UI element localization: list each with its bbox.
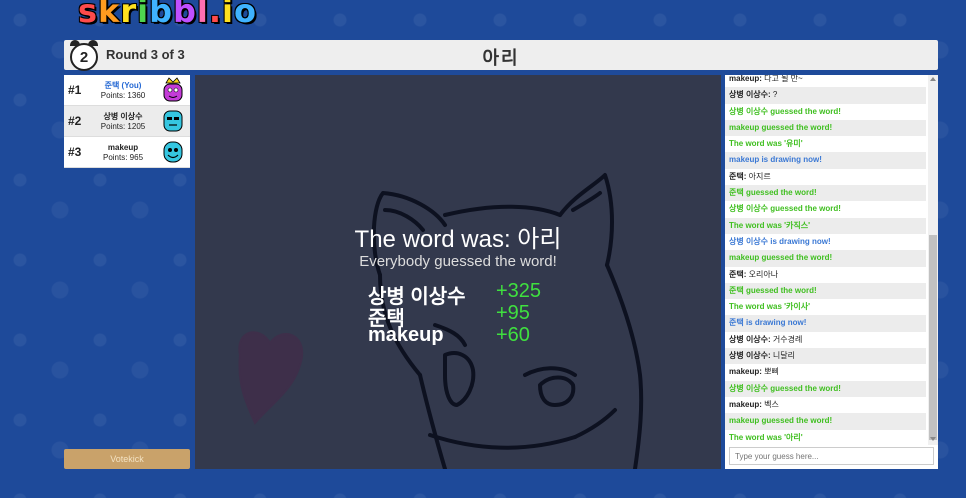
- current-word: 아리: [482, 48, 520, 68]
- chat-text: 다고 될 만~: [764, 75, 803, 83]
- player-list: #1 준택 (You) Points: 1360 #2 상병 이상수 Point…: [64, 75, 190, 168]
- score-row: makeup +60: [368, 324, 568, 346]
- chat-panel: makeup: 다고 될 만~ 상병 이상수: ? 상병 이상수 guessed t…: [725, 75, 938, 469]
- crown-icon: [165, 77, 181, 84]
- score-delta: +325: [496, 280, 542, 302]
- chat-text: The word was '아리': [729, 432, 803, 442]
- votekick-button[interactable]: Votekick: [64, 449, 190, 469]
- chat-message: 상병 이상수 guessed the word!: [725, 201, 926, 217]
- player-row[interactable]: #1 준택 (You) Points: 1360: [64, 75, 190, 106]
- player-rank: #3: [68, 145, 82, 159]
- chat-message: The word was '아리': [725, 430, 926, 446]
- chat-text: makeup guessed the word!: [729, 122, 833, 132]
- chat-username: 상병 이상수:: [729, 351, 771, 361]
- chat-username: makeup:: [729, 367, 762, 377]
- chat-text: 벡스: [764, 399, 779, 409]
- chat-message: 준택: 오리아나: [725, 267, 926, 283]
- word-reveal: The word was: 아리: [354, 226, 562, 253]
- player-name: 준택 (You): [104, 81, 142, 90]
- chat-message: 상병 이상수: 니달리: [725, 348, 926, 365]
- chat-text: 뽀삐: [764, 367, 779, 377]
- chat-message: 준택 guessed the word!: [725, 185, 926, 202]
- chat-username: 준택:: [729, 171, 747, 181]
- chat-username: 상병 이상수:: [729, 334, 771, 344]
- chat-text: makeup guessed the word!: [729, 253, 833, 263]
- scroll-up-icon[interactable]: [930, 77, 936, 81]
- chat-text: ?: [772, 90, 778, 100]
- score-delta: +95: [496, 302, 530, 324]
- player-rank: #2: [68, 114, 82, 128]
- chat-message: The word was '카이사': [725, 299, 926, 315]
- chat-text: The word was '카직스': [729, 220, 811, 230]
- result-subtitle: Everybody guessed the word!: [359, 253, 557, 270]
- guess-input[interactable]: [729, 447, 934, 465]
- player-name: makeup: [107, 143, 139, 152]
- player-points: Points: 965: [102, 153, 144, 162]
- player-points: Points: 1205: [100, 122, 146, 131]
- chat-text: 상병 이상수 is drawing now!: [729, 236, 831, 246]
- player-name: 상병 이상수: [103, 112, 143, 121]
- chat-message: The word was '유미': [725, 136, 926, 152]
- chat-messages: makeup: 다고 될 만~ 상병 이상수: ? 상병 이상수 guessed t…: [725, 75, 926, 446]
- avatar: [163, 77, 183, 102]
- chat-message: makeup guessed the word!: [725, 413, 926, 430]
- score-delta: +60: [496, 324, 530, 346]
- chat-username: 준택:: [729, 269, 747, 279]
- chat-username: makeup:: [729, 75, 762, 83]
- chat-text: 준택 guessed the word!: [729, 285, 817, 295]
- player-row[interactable]: #2 상병 이상수 Points: 1205: [64, 106, 190, 137]
- player-points: Points: 1360: [100, 91, 146, 100]
- chat-scrollbar[interactable]: [928, 75, 938, 445]
- chat-message: makeup is drawing now!: [725, 152, 926, 169]
- chat-message: The word was '카직스': [725, 217, 926, 234]
- chat-message: makeup: 벡스: [725, 397, 926, 413]
- avatar: [163, 110, 183, 132]
- avatar: [163, 141, 183, 163]
- chat-message: 준택: 아지르: [725, 169, 926, 185]
- chat-message: makeup: 다고 될 만~: [725, 75, 926, 87]
- chat-text: 아지르: [748, 171, 771, 181]
- game-header: 2 Round 3 of 3 아리: [64, 40, 938, 71]
- score-row: 준택 +95: [368, 302, 568, 330]
- chat-text: makeup is drawing now!: [729, 155, 822, 165]
- chat-text: 준택 is drawing now!: [729, 318, 807, 328]
- player-rank: #1: [68, 83, 82, 97]
- chat-username: 상병 이상수:: [729, 90, 771, 100]
- score-player-name: makeup: [368, 324, 444, 346]
- chat-message: makeup guessed the word!: [725, 119, 926, 137]
- drawing-canvas[interactable]: The word was: 아리 Everybody guessed the w…: [195, 75, 721, 469]
- chat-message: 상병 이상수: ?: [725, 87, 926, 104]
- chat-text: 상병 이상수 guessed the word!: [729, 106, 841, 116]
- chat-message: makeup: 뽀삐: [725, 364, 926, 380]
- chat-message: makeup guessed the word!: [725, 250, 926, 267]
- chat-username: makeup:: [729, 399, 762, 409]
- chat-text: 거수경례: [772, 334, 803, 344]
- scroll-thumb[interactable]: [929, 235, 937, 440]
- player-row[interactable]: #3 makeup Points: 965: [64, 137, 190, 168]
- score-results: 상병 이상수 +325 준택 +95 makeup +60: [368, 280, 568, 346]
- skribbl-logo: skribbl.io: [78, 0, 257, 30]
- chat-text: The word was '유미': [729, 139, 803, 149]
- chat-text: 니달리: [772, 351, 796, 361]
- chat-message: 상병 이상수 is drawing now!: [725, 234, 926, 250]
- chat-message: 준택 guessed the word!: [725, 282, 926, 300]
- scroll-down-icon[interactable]: [930, 437, 936, 441]
- chat-text: The word was '카이사': [729, 302, 811, 312]
- score-row: 상병 이상수 +325: [368, 280, 568, 308]
- drawing-strokes: [238, 173, 644, 469]
- chat-message: 상병 이상수 guessed the word!: [725, 104, 926, 120]
- round-result-overlay: The word was: 아리 Everybody guessed the w…: [195, 227, 721, 271]
- chat-message: 준택 is drawing now!: [725, 315, 926, 332]
- chat-message: 상병 이상수: 거수경례: [725, 332, 926, 348]
- chat-text: 준택 guessed the word!: [729, 188, 817, 198]
- chat-text: 오리아나: [748, 269, 779, 279]
- chat-text: makeup guessed the word!: [729, 416, 833, 426]
- chat-text: 상병 이상수 guessed the word!: [729, 204, 841, 214]
- chat-message: 상병 이상수 guessed the word!: [725, 380, 926, 397]
- chat-text: 상병 이상수 guessed the word!: [729, 383, 841, 393]
